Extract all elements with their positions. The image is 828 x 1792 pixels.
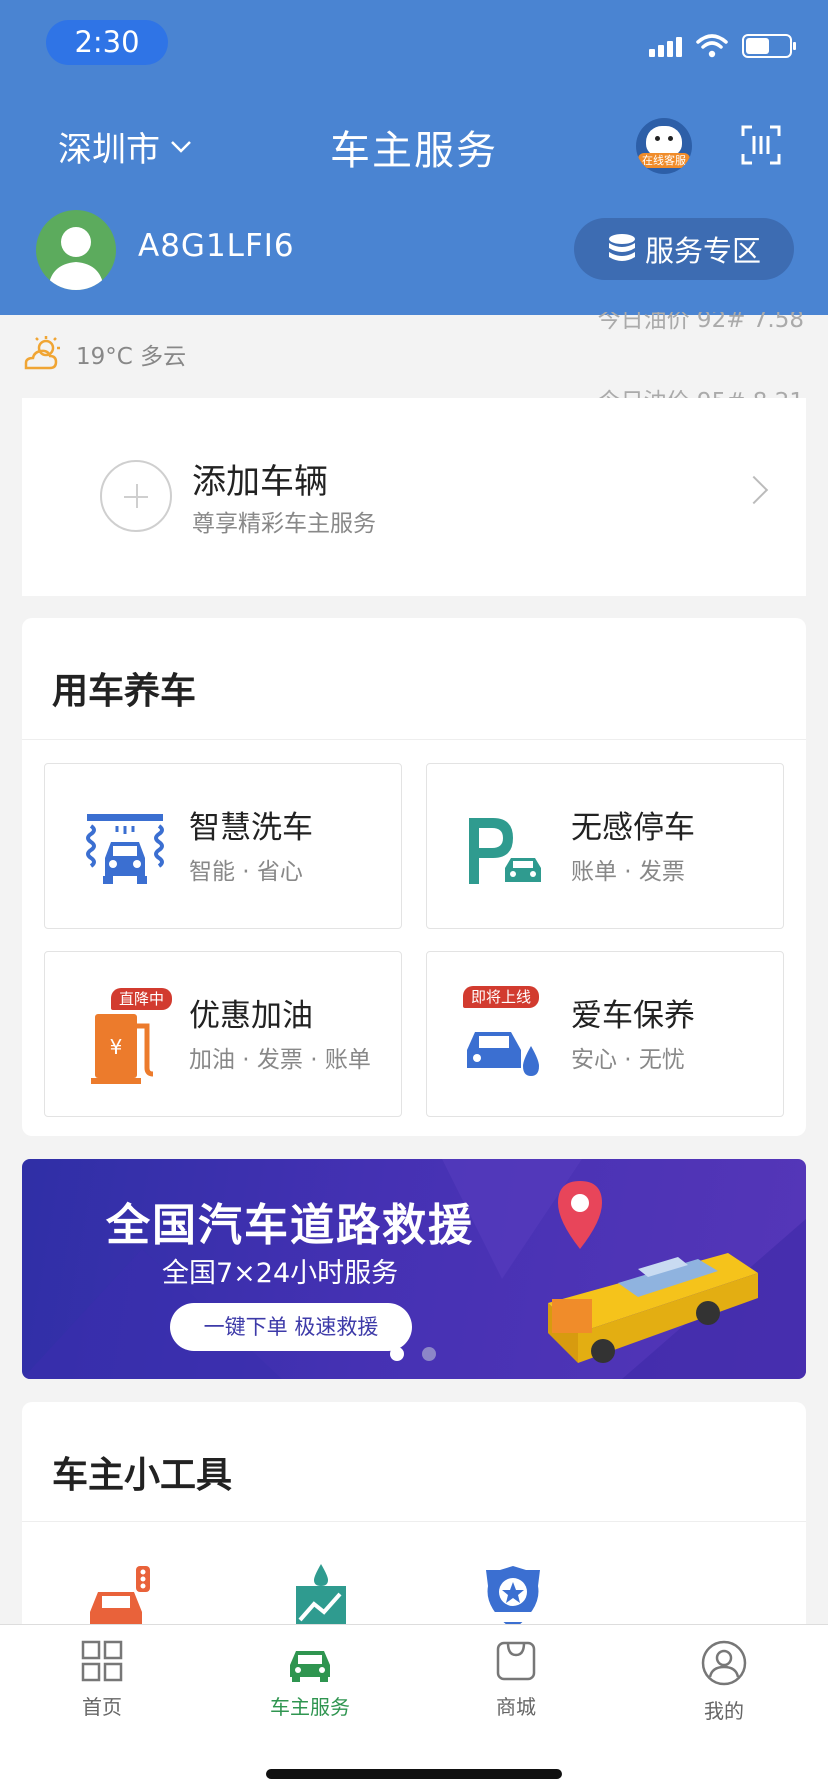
wifi-icon — [696, 34, 728, 58]
weather-text: 19°C 多云 — [76, 344, 187, 370]
tab-label: 我的 — [704, 1699, 744, 1723]
tab-label: 车主服务 — [270, 1695, 350, 1719]
tab-bar: 首页 车主服务 商城 我的 — [0, 1624, 828, 1792]
shopping-bag-icon — [496, 1641, 536, 1681]
car-icon — [290, 1651, 330, 1682]
tile-subtitle: 加油 · 发票 · 账单 — [189, 1047, 371, 1073]
tile-car-wash[interactable]: 智慧洗车 智能 · 省心 — [44, 763, 402, 929]
section-title: 车主小工具 — [52, 1455, 233, 1496]
tile-name: 智慧洗车 — [189, 810, 313, 846]
scan-icon[interactable] — [740, 124, 782, 166]
user-name: A8G1LFI6 — [138, 228, 295, 264]
tile-name: 优惠加油 — [189, 998, 313, 1034]
add-vehicle-title: 添加车辆 — [192, 462, 328, 502]
tile-subtitle: 账单 · 发票 — [571, 859, 685, 885]
tab-mine[interactable]: 我的 — [654, 1639, 794, 1724]
tab-label: 商城 — [496, 1695, 536, 1719]
tile-fuel[interactable]: 直降中 ¥ 优惠加油 加油 · 发票 · 账单 — [44, 951, 402, 1117]
tile-subtitle: 安心 · 无忧 — [571, 1047, 685, 1073]
user-icon — [701, 1640, 747, 1686]
car-care-section: 用车养车 智慧洗车 智能 · 省心 无感停车 账单 · 发票 直降中 ¥ 优惠加… — [22, 618, 806, 1136]
rescue-banner[interactable]: 全国汽车道路救援 全国7×24小时服务 一键下单 极速救援 — [22, 1159, 806, 1379]
tab-mall[interactable]: 商城 — [446, 1639, 586, 1720]
customer-service-tag: 在线客服 — [638, 153, 690, 168]
status-icons — [649, 34, 796, 58]
police-badge-icon — [486, 1566, 540, 1630]
chevron-right-icon — [739, 475, 769, 505]
tool-fuel-price[interactable] — [286, 1564, 356, 1630]
tile-parking[interactable]: 无感停车 账单 · 发票 — [426, 763, 784, 929]
carousel-dot-active[interactable] — [390, 1347, 404, 1361]
tow-truck-icon — [548, 1181, 758, 1363]
status-time: 2:30 — [46, 20, 168, 65]
tile-name: 爱车保养 — [571, 998, 695, 1034]
banner-order-button[interactable]: 一键下单 极速救援 — [170, 1303, 412, 1351]
tool-police[interactable] — [478, 1564, 548, 1630]
fuel-price-trend-icon — [296, 1564, 346, 1630]
tab-label: 首页 — [82, 1695, 122, 1719]
header: 2:30 深圳市 车主服务 在线客服 A8G1LFI6 服务专区 — [0, 0, 828, 315]
car-maintenance-icon — [467, 1032, 539, 1076]
banner-subtitle: 全国7×24小时服务 — [162, 1258, 399, 1289]
tile-name: 无感停车 — [571, 810, 695, 846]
divider — [22, 739, 806, 740]
city-label: 深圳市 — [58, 130, 160, 170]
battery-icon — [742, 34, 796, 58]
home-indicator — [266, 1769, 562, 1779]
parking-icon — [469, 818, 541, 884]
svg-text:¥: ¥ — [110, 1035, 123, 1059]
carousel-dot[interactable] — [422, 1347, 436, 1361]
tab-home[interactable]: 首页 — [32, 1639, 172, 1720]
tool-traffic[interactable] — [86, 1564, 156, 1630]
banner-title: 全国汽车道路救援 — [106, 1200, 474, 1251]
tools-section: 车主小工具 — [22, 1402, 806, 1662]
service-zone-button[interactable]: 服务专区 — [574, 218, 794, 280]
customer-service-button[interactable]: 在线客服 — [636, 118, 692, 174]
tile-maintenance[interactable]: 即将上线 爱车保养 安心 · 无忧 — [426, 951, 784, 1117]
service-zone-label: 服务专区 — [644, 234, 761, 268]
add-vehicle-card[interactable]: 添加车辆 尊享精彩车主服务 — [22, 398, 806, 596]
database-icon — [608, 234, 635, 261]
car-traffic-light-icon — [90, 1566, 150, 1630]
avatar[interactable] — [36, 210, 116, 290]
grid-icon — [81, 1640, 123, 1682]
city-selector[interactable]: 深圳市 — [58, 122, 192, 171]
section-title: 用车养车 — [52, 671, 197, 712]
car-wash-icon — [86, 814, 164, 884]
coming-soon-badge: 即将上线 — [463, 986, 540, 1008]
partly-cloudy-icon — [24, 336, 60, 370]
add-vehicle-subtitle: 尊享精彩车主服务 — [192, 511, 376, 537]
fuel-pump-icon: ¥ — [91, 1014, 154, 1084]
chevron-down-icon — [171, 140, 191, 153]
cellular-signal-icon — [649, 35, 682, 57]
tile-subtitle: 智能 · 省心 — [189, 859, 303, 885]
divider — [22, 1521, 806, 1522]
weather: 19°C 多云 — [20, 336, 186, 372]
plus-icon — [100, 460, 172, 532]
tab-car-service[interactable]: 车主服务 — [240, 1639, 380, 1720]
bear-icon — [646, 126, 682, 156]
user-silhouette-icon — [48, 227, 104, 290]
